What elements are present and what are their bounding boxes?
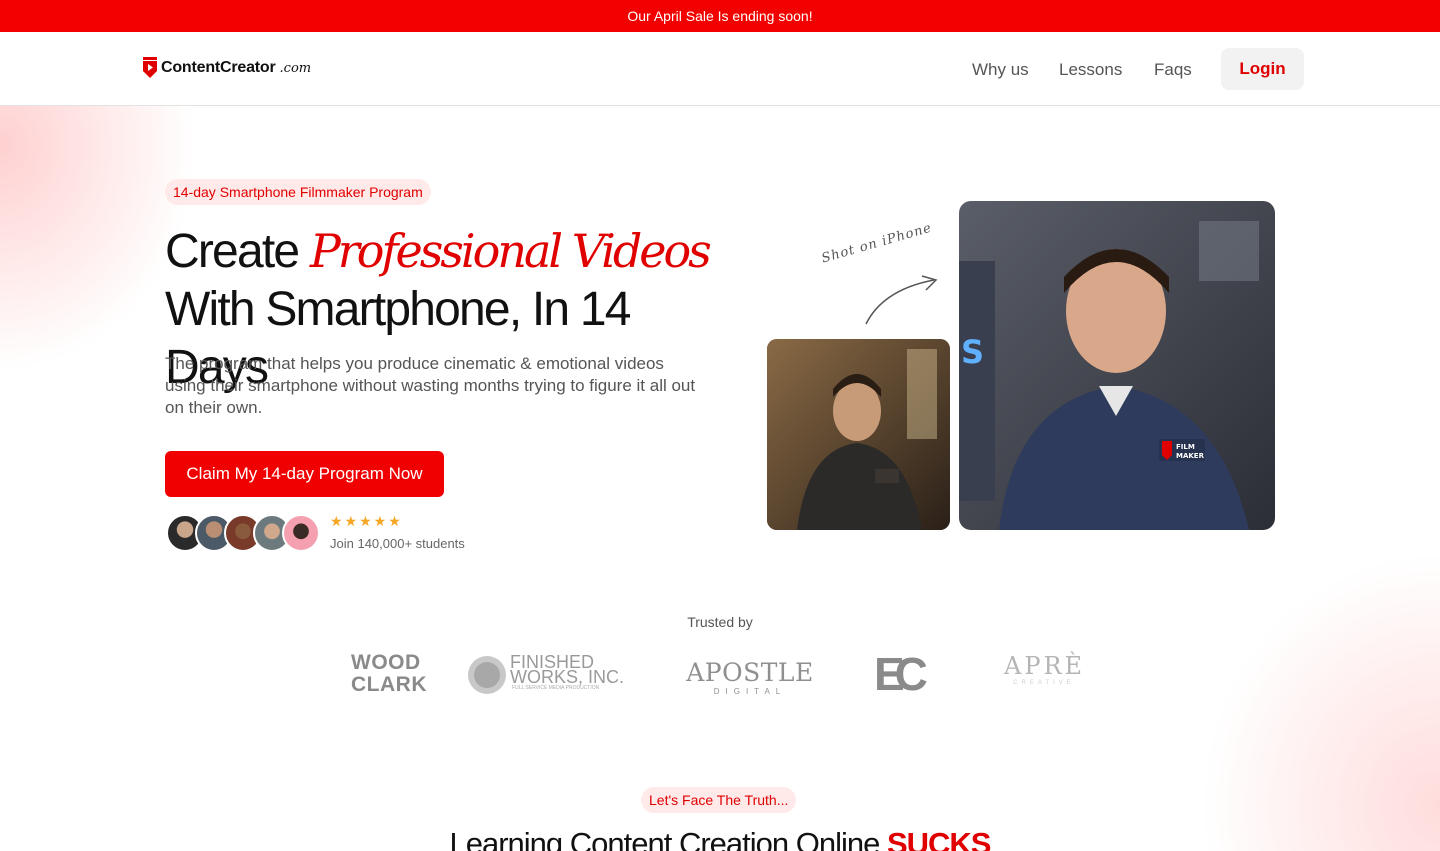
section-title-accent: SUCKS xyxy=(886,826,992,851)
trusted-by-label: Trusted by xyxy=(687,614,753,630)
sale-banner-text: Our April Sale Is ending soon! xyxy=(627,8,813,24)
headline-pre: Create xyxy=(165,225,310,278)
apre-name: APRÈ xyxy=(1004,652,1086,680)
avatar xyxy=(282,514,320,552)
apostle-name: APOSTLE xyxy=(686,658,814,687)
hero-subtext: The program that helps you produce cinem… xyxy=(165,354,696,417)
brand-apre: APRÈ CREATIVE xyxy=(1004,652,1084,686)
brand-ec: EC xyxy=(874,648,928,700)
headline-accent: Professional Videos xyxy=(309,224,712,278)
finished-works-line-2: WORKS, INC. xyxy=(510,667,625,687)
claim-program-button[interactable]: Claim My 14-day Program Now xyxy=(165,451,444,497)
nav-link-faqs[interactable]: Faqs xyxy=(1154,60,1192,80)
video-thumbnail-small[interactable] xyxy=(767,339,950,530)
brand-wood-clark: WOOD CLARK xyxy=(351,652,427,696)
site-logo[interactable]: ContentCreator .com xyxy=(143,57,311,79)
logo-text: ContentCreator xyxy=(161,59,276,76)
curved-arrow-icon xyxy=(865,275,938,325)
sale-banner[interactable]: Our April Sale Is ending soon! xyxy=(0,0,1440,32)
finished-works-logo-icon xyxy=(468,656,506,694)
rating-stars: ★★★★★ xyxy=(330,513,403,529)
video-thumbnail-large[interactable]: S FILM MAKER xyxy=(959,201,1275,530)
truth-pill: Let's Face The Truth... xyxy=(641,787,797,813)
top-nav: ContentCreator .com Why us Lessons Faqs L… xyxy=(0,32,1440,106)
logo-tld: .com xyxy=(279,60,312,76)
brand-wood-clark-line-2: CLARK xyxy=(351,673,427,696)
svg-text:MAKER: MAKER xyxy=(1176,452,1205,460)
brand-wood-clark-line-1: WOOD xyxy=(351,651,421,674)
program-pill: 14-day Smartphone Filmmaker Program xyxy=(165,179,431,205)
nav-link-lessons[interactable]: Lessons xyxy=(1059,60,1122,80)
login-button[interactable]: Login xyxy=(1221,48,1304,90)
section-title: Learning Content Creation Online SUCKS xyxy=(0,826,1440,851)
brand-finished-works: FINISHED WORKS, INC. FULL SERVICE MEDIA … xyxy=(466,652,636,696)
logo-play-icon xyxy=(143,57,157,78)
apostle-sub: DIGITAL xyxy=(713,687,787,696)
student-avatars xyxy=(166,514,326,552)
svg-text:FILM: FILM xyxy=(1176,443,1195,451)
svg-text:S: S xyxy=(961,333,984,371)
section-title-text: Learning Content Creation Online xyxy=(449,826,887,851)
nav-link-why-us[interactable]: Why us xyxy=(972,60,1029,80)
students-count: Join 140,000+ students xyxy=(330,536,465,551)
finished-works-line-3: FULL SERVICE MEDIA PRODUCTION xyxy=(512,685,600,691)
brand-apostle: APOSTLE DIGITAL xyxy=(684,658,816,696)
apre-sub: CREATIVE xyxy=(1013,680,1075,686)
